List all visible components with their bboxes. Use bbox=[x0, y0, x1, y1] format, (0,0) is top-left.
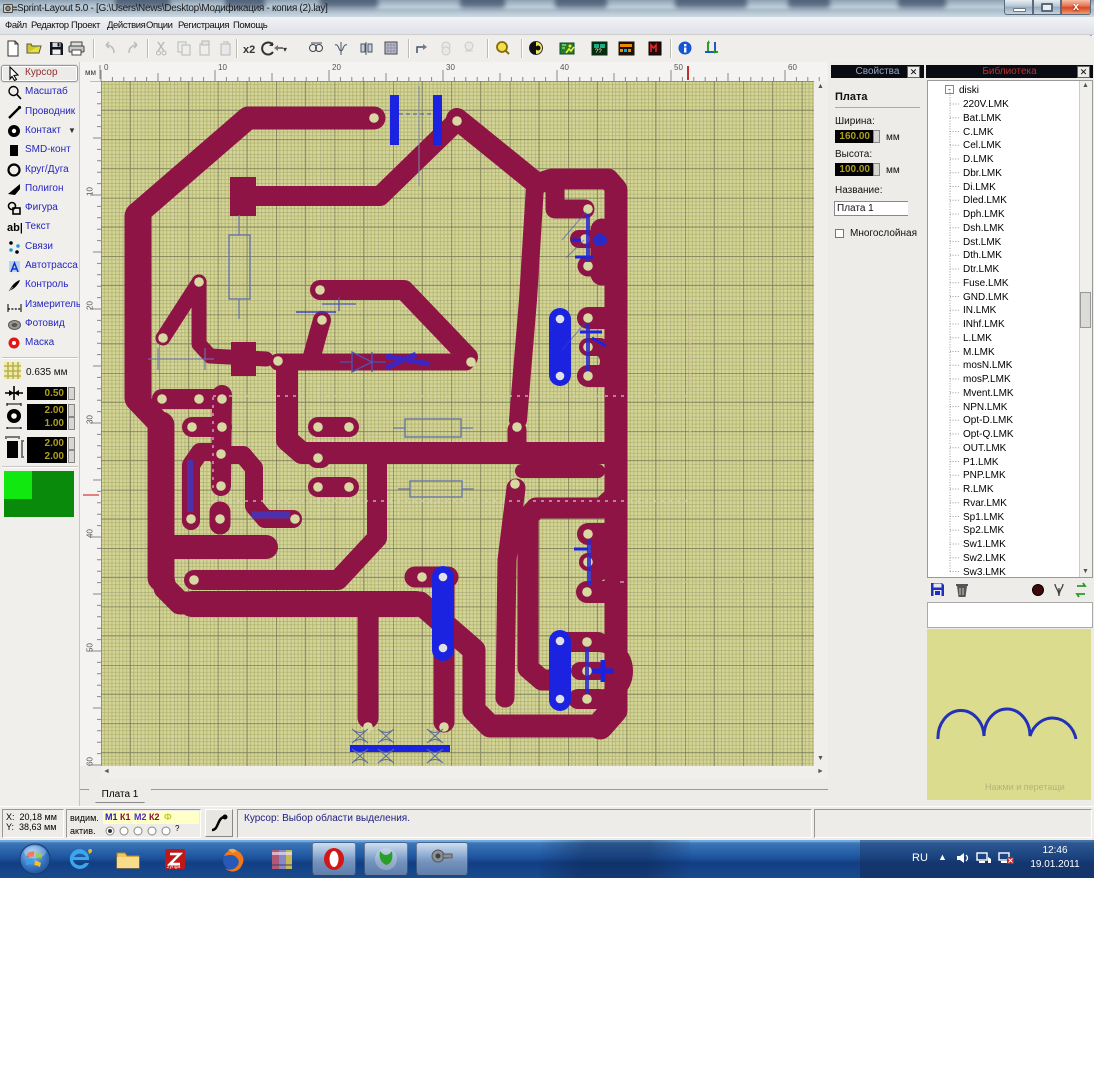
svg-text:zynga: zynga bbox=[167, 864, 181, 870]
svg-text:??: ?? bbox=[595, 49, 602, 55]
svg-text:Нажми и перетащи: Нажми и перетащи bbox=[985, 782, 1065, 792]
svg-text:ab|: ab| bbox=[7, 222, 22, 234]
svg-text:▾: ▾ bbox=[283, 45, 287, 54]
svg-text:x2: x2 bbox=[243, 44, 255, 56]
